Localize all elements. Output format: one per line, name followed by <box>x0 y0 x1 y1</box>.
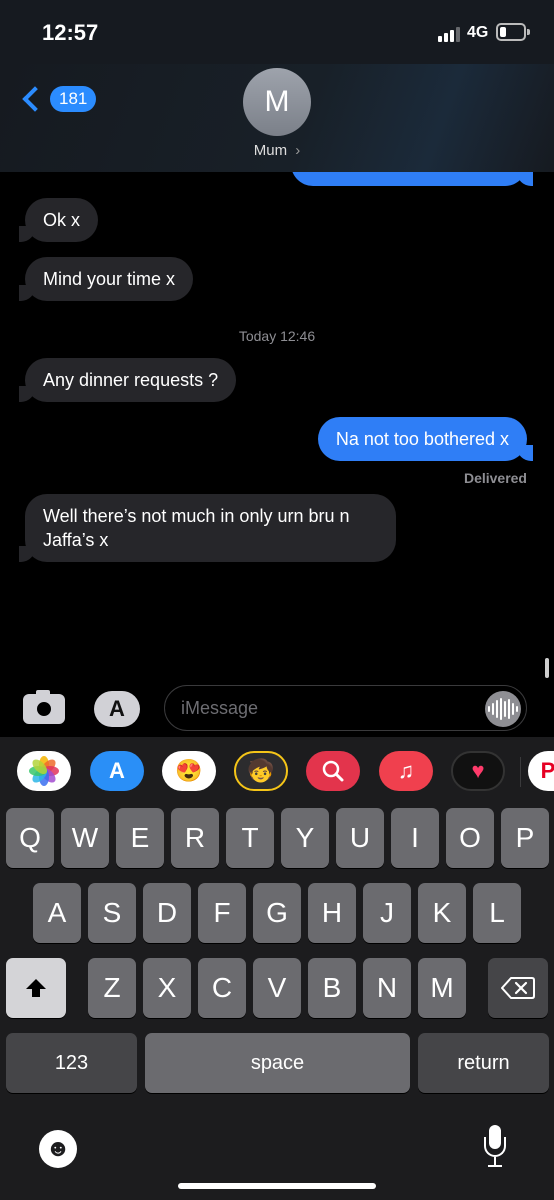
key-n[interactable]: N <box>363 958 411 1018</box>
pinterest-icon[interactable]: P <box>528 751 554 791</box>
key-b[interactable]: B <box>308 958 356 1018</box>
unread-count-badge: 181 <box>50 86 97 112</box>
divider <box>520 757 521 787</box>
app-store-icon[interactable]: A <box>90 751 144 791</box>
backspace-icon <box>501 977 535 999</box>
memoji-stickers-icon[interactable]: 🧒 <box>234 751 288 791</box>
digital-touch-icon[interactable]: ♥ <box>451 751 505 791</box>
key-c[interactable]: C <box>198 958 246 1018</box>
key-o[interactable]: O <box>446 808 494 868</box>
key-p[interactable]: P <box>501 808 549 868</box>
search-images-icon[interactable] <box>306 751 360 791</box>
camera-icon[interactable] <box>23 690 65 724</box>
photos-icon[interactable] <box>17 751 71 791</box>
message-bubble-partial <box>291 172 533 186</box>
key-l[interactable]: L <box>473 883 521 943</box>
compose-bar: A <box>0 682 554 737</box>
conversation-header: 181 M Mum › <box>0 64 554 172</box>
message-bubble-sent[interactable]: Na not too bothered x <box>317 417 534 461</box>
message-bubble-received[interactable]: Ok x <box>18 198 99 242</box>
chevron-left-icon <box>22 86 48 112</box>
battery-icon <box>496 23 530 41</box>
app-drawer: A 😍 🧒 ♫ ♥ P <box>0 737 554 805</box>
message-bubble-received[interactable]: Well there’s not much in only urn bru n … <box>19 494 396 562</box>
numbers-key[interactable]: 123 <box>6 1033 137 1093</box>
message-bubble-received[interactable]: Any dinner requests ? <box>18 358 237 402</box>
key-m[interactable]: M <box>418 958 466 1018</box>
key-z[interactable]: Z <box>88 958 136 1018</box>
shift-key[interactable] <box>6 958 66 1018</box>
key-k[interactable]: K <box>418 883 466 943</box>
scroll-indicator[interactable] <box>545 658 549 678</box>
key-s[interactable]: S <box>88 883 136 943</box>
key-u[interactable]: U <box>336 808 384 868</box>
signal-icon <box>438 26 462 42</box>
status-bar: 12:57 4G <box>0 0 554 64</box>
status-time: 12:57 <box>42 20 99 45</box>
home-indicator[interactable] <box>178 1183 376 1189</box>
message-input[interactable] <box>181 696 471 720</box>
delivery-status: Delivered <box>463 470 527 486</box>
message-bubble-received[interactable]: Mind your time x <box>18 257 194 301</box>
key-d[interactable]: D <box>143 883 191 943</box>
message-field[interactable] <box>164 685 527 731</box>
key-y[interactable]: Y <box>281 808 329 868</box>
timestamp-time: 12:46 <box>280 328 316 344</box>
back-button[interactable]: 181 <box>18 86 97 112</box>
timestamp-day: Today <box>238 328 277 344</box>
key-f[interactable]: F <box>198 883 246 943</box>
microphone-icon[interactable] <box>482 1125 508 1171</box>
contact-name-row[interactable]: Mum › <box>0 142 554 159</box>
network-label: 4G <box>467 24 489 41</box>
key-r[interactable]: R <box>171 808 219 868</box>
key-t[interactable]: T <box>226 808 274 868</box>
app-store-icon[interactable]: A <box>94 691 140 727</box>
key-q[interactable]: Q <box>6 808 54 868</box>
audio-message-icon[interactable] <box>485 691 521 727</box>
key-e[interactable]: E <box>116 808 164 868</box>
contact-avatar[interactable]: M <box>243 68 311 136</box>
key-h[interactable]: H <box>308 883 356 943</box>
key-a[interactable]: A <box>33 883 81 943</box>
emoji-icon[interactable]: ☻ <box>39 1130 77 1168</box>
delete-key[interactable] <box>488 958 548 1018</box>
music-icon[interactable]: ♫ <box>379 751 433 791</box>
key-i[interactable]: I <box>391 808 439 868</box>
memoji-icon[interactable]: 😍 <box>162 751 216 791</box>
key-j[interactable]: J <box>363 883 411 943</box>
key-w[interactable]: W <box>61 808 109 868</box>
message-thread[interactable]: Ok x Mind your time x Today 12:46 Any di… <box>0 172 554 682</box>
return-key[interactable]: return <box>418 1033 549 1093</box>
key-v[interactable]: V <box>253 958 301 1018</box>
key-g[interactable]: G <box>253 883 301 943</box>
space-key[interactable]: space <box>145 1033 410 1093</box>
shift-icon <box>26 979 46 997</box>
chevron-right-icon: › <box>295 142 301 159</box>
timestamp: Today 12:46 <box>0 328 554 344</box>
contact-name: Mum <box>253 142 288 159</box>
keyboard: Q W E R T Y U I O P A S D F G H J K L Z … <box>0 805 554 1200</box>
key-x[interactable]: X <box>143 958 191 1018</box>
